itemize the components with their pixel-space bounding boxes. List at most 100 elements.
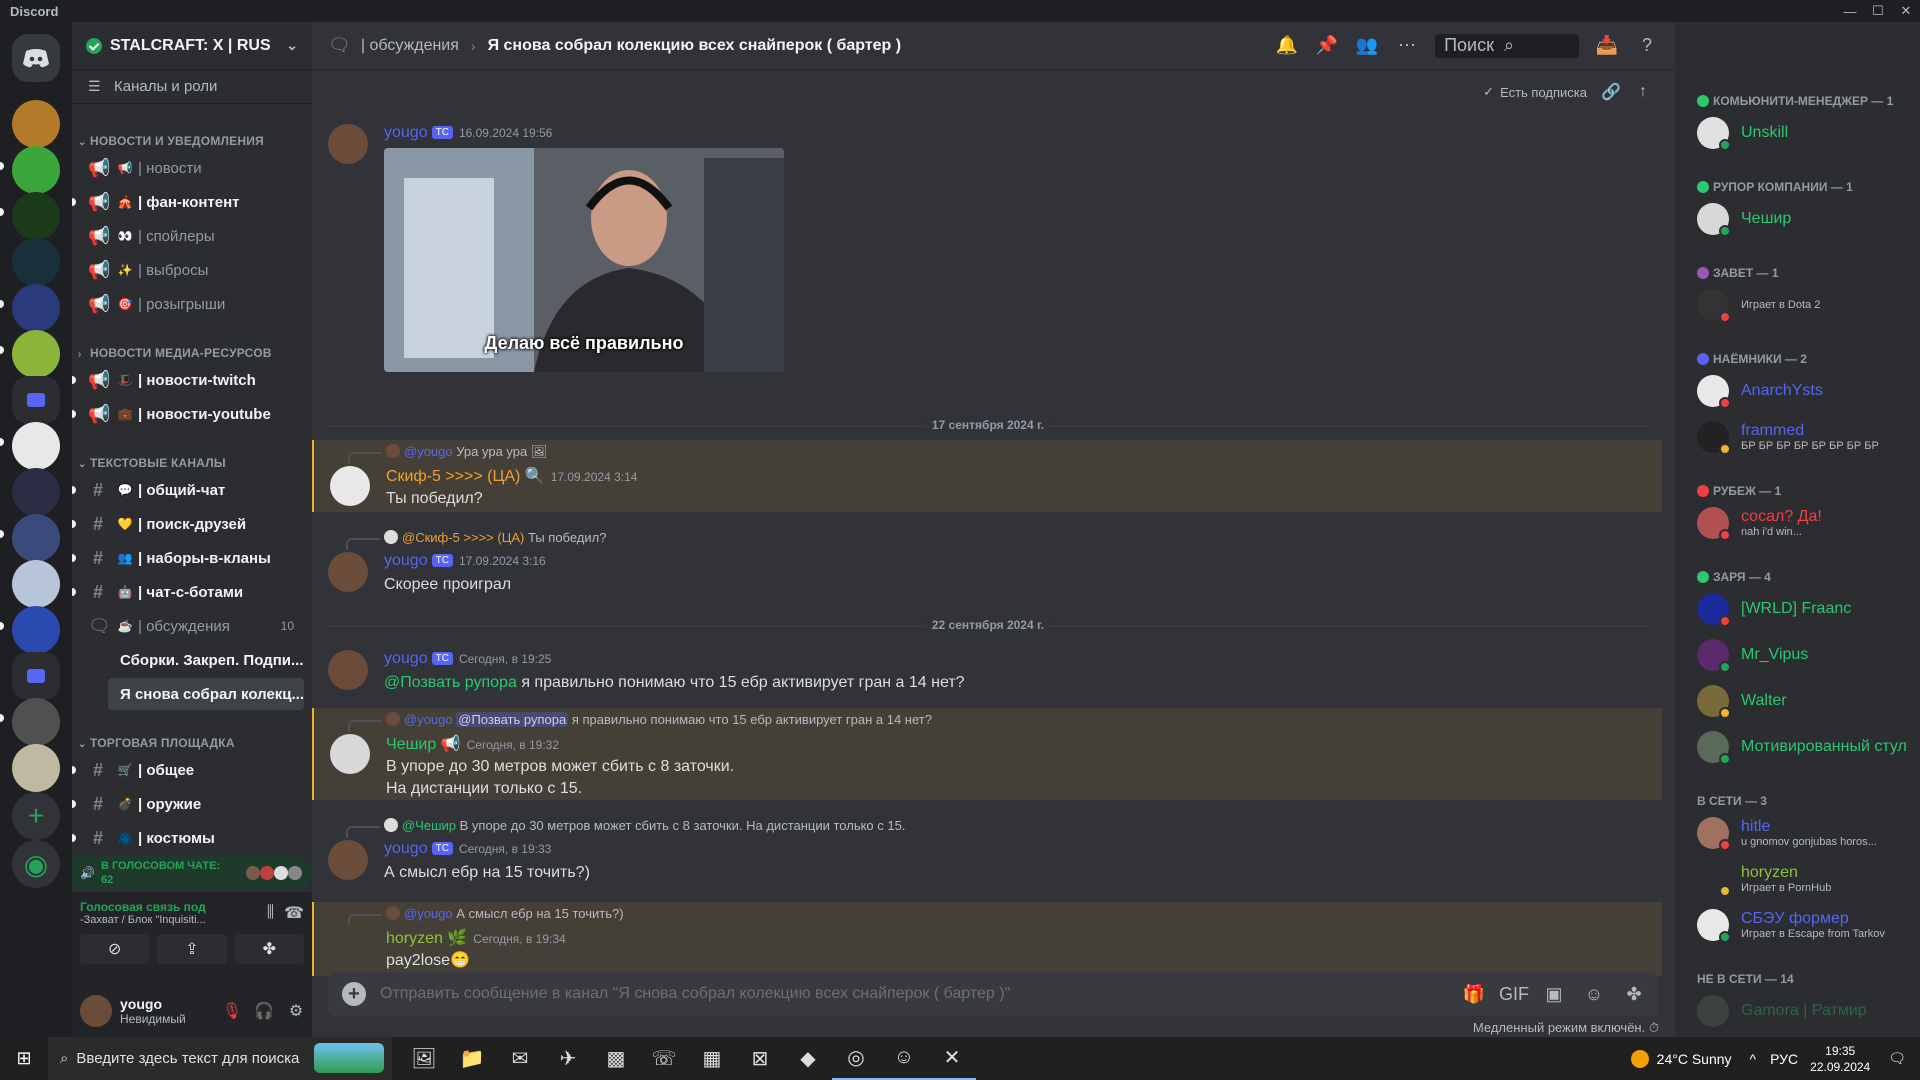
avatar[interactable]: [328, 552, 368, 592]
roblox-icon[interactable]: ◆: [784, 1037, 832, 1080]
member-item[interactable]: Walter: [1697, 680, 1917, 722]
server-icon[interactable]: [12, 606, 60, 654]
server-icon[interactable]: [12, 422, 60, 470]
member-item[interactable]: AnarchYsts: [1697, 370, 1917, 412]
arrow-up-icon[interactable]: ↑: [1627, 78, 1659, 106]
member-item[interactable]: Играет в Dota 2: [1697, 284, 1917, 326]
taskbar-search[interactable]: ⌕ Введите здесь текст для поиска: [48, 1037, 392, 1080]
maximize-icon[interactable]: ☐: [1864, 0, 1892, 22]
channel-item[interactable]: 📢 💼 | новости-youtube: [72, 398, 304, 430]
gif-icon[interactable]: GIF: [1498, 978, 1530, 1010]
server-icon[interactable]: [12, 698, 60, 746]
user-names[interactable]: yougo Невидимый: [120, 996, 186, 1026]
author-name[interactable]: horyzen: [386, 930, 443, 947]
member-item[interactable]: сосал? Да! nah i'd win...: [1697, 502, 1917, 544]
file-explorer-icon[interactable]: 📁: [448, 1037, 496, 1080]
thread-item-selected[interactable]: Я снова собрал колекц...: [108, 678, 304, 710]
weather-widget[interactable]: 24°C Sunny: [1630, 1049, 1732, 1068]
in-voice-banner[interactable]: 🔊 В ГОЛОСОВОМ ЧАТЕ: 62: [72, 856, 312, 890]
chrome-icon[interactable]: ◎: [832, 1037, 880, 1080]
minimize-icon[interactable]: —: [1836, 0, 1864, 22]
avatar[interactable]: [328, 840, 368, 880]
author-name[interactable]: yougo: [384, 124, 428, 141]
more-icon[interactable]: ⋯: [1395, 34, 1419, 58]
channel-item[interactable]: 📢 👀 | спойлеры: [80, 220, 304, 252]
author-name[interactable]: yougo: [384, 650, 428, 667]
app-icon[interactable]: ▦: [688, 1037, 736, 1080]
attach-plus-icon[interactable]: +: [342, 982, 366, 1006]
notifications-icon[interactable]: 🗨: [1888, 1050, 1906, 1067]
channel-item[interactable]: # 💣 | оружие: [72, 788, 304, 820]
discover-icon[interactable]: ◉: [12, 840, 60, 888]
reply-preview[interactable]: @yougo Ура ура ура 🖼: [347, 444, 547, 464]
bell-icon[interactable]: 🔔: [1275, 34, 1299, 58]
server-icon[interactable]: [12, 560, 60, 608]
reply-preview[interactable]: @Скиф-5 >>>> (ЦА) Ты победил?: [345, 530, 606, 550]
channel-item[interactable]: # 🧥 | костюмы: [72, 822, 304, 854]
member-item[interactable]: [WRLD] Fraanc: [1697, 588, 1917, 630]
server-folder-icon[interactable]: [12, 376, 60, 424]
channel-item[interactable]: 📢 ✨ | выбросы: [80, 254, 304, 286]
disconnect-icon[interactable]: ☎: [284, 903, 304, 923]
server-icon[interactable]: [12, 284, 60, 332]
category-header[interactable]: › НОВОСТИ МЕДИА-РЕСУРСОВ: [72, 346, 312, 360]
member-item[interactable]: Чешир: [1697, 198, 1917, 240]
channels-roles-link[interactable]: ☰ Каналы и роли: [72, 70, 312, 104]
server-icon[interactable]: [12, 238, 60, 286]
member-item[interactable]: Gamora | Ратмир: [1697, 990, 1917, 1032]
channel-item[interactable]: 📢 🎯 | розыгрыши: [80, 288, 304, 320]
avatar[interactable]: [328, 124, 368, 164]
close-icon[interactable]: ✕: [1892, 0, 1920, 22]
member-item[interactable]: Мотивированный стул: [1697, 726, 1917, 768]
discord-home-icon[interactable]: [12, 34, 60, 82]
minecraft-icon[interactable]: ▩: [592, 1037, 640, 1080]
server-icon[interactable]: [12, 146, 60, 194]
avatar[interactable]: [80, 995, 112, 1027]
category-header[interactable]: ⌄ ТОРГОВАЯ ПЛОЩАДКА: [72, 736, 312, 750]
gear-icon[interactable]: ⚙: [280, 995, 312, 1027]
category-header[interactable]: ⌄ ТЕКСТОВЫЕ КАНАЛЫ: [72, 456, 312, 470]
apps-icon[interactable]: ✤: [1618, 978, 1650, 1010]
category-header[interactable]: ⌄ НОВОСТИ И УВЕДОМЛЕНИЯ: [72, 134, 312, 148]
reply-preview[interactable]: @Чешир В упоре до 30 метров может сбить …: [345, 818, 905, 838]
screen-share-icon[interactable]: ⇪: [157, 934, 227, 964]
stalcraft-icon[interactable]: ✕: [928, 1037, 976, 1080]
gift-icon[interactable]: 🎁: [1458, 978, 1490, 1010]
clock[interactable]: 19:35 22.09.2024: [1810, 1043, 1870, 1075]
discord-taskbar-icon[interactable]: ☺: [880, 1037, 928, 1080]
channel-item[interactable]: 🗨 ☕ | обсуждения 10: [80, 610, 304, 642]
channel-item[interactable]: # 💛 | поиск-друзей: [72, 508, 304, 540]
thread-item[interactable]: Сборки. Закреп. Подпи...: [108, 644, 304, 676]
author-name[interactable]: Чешир: [386, 736, 436, 753]
server-header[interactable]: STALCRAFT: X | RUS ⌄: [72, 22, 312, 70]
avatar[interactable]: [328, 650, 368, 690]
mail-icon[interactable]: ✉: [496, 1037, 544, 1080]
member-item[interactable]: СБЭУ формер Играет в Escape from Tarkov: [1697, 904, 1917, 946]
author-name[interactable]: yougo: [384, 840, 428, 857]
channel-item[interactable]: 📢 🎪 | фан-контент: [72, 186, 304, 218]
windows-start-icon[interactable]: ⊞: [0, 1037, 48, 1080]
emoji-icon[interactable]: ☺: [1578, 978, 1610, 1010]
member-item[interactable]: frammed БР БР БР БР БР БР БР БР: [1697, 416, 1917, 458]
app-icon[interactable]: ⊠: [736, 1037, 784, 1080]
add-server-icon[interactable]: +: [12, 792, 60, 840]
mic-muted-icon[interactable]: 🎙: [216, 995, 248, 1027]
channel-item[interactable]: # 💬 | общий-чат: [72, 474, 304, 506]
channel-item[interactable]: 📢 📢 | новости: [80, 152, 304, 184]
author-name[interactable]: Скиф-5 >>>> (ЦА): [386, 468, 520, 485]
server-icon[interactable]: [12, 192, 60, 240]
reply-preview[interactable]: @yougo А смысл ебр на 15 точить?): [348, 906, 624, 926]
search-input[interactable]: Поиск ⌕: [1435, 33, 1579, 58]
author-name[interactable]: yougo: [384, 552, 428, 569]
server-icon[interactable]: [12, 744, 60, 792]
server-icon[interactable]: [12, 330, 60, 378]
headphones-icon[interactable]: 🎧: [248, 995, 280, 1027]
help-icon[interactable]: ?: [1635, 34, 1659, 58]
telegram-icon[interactable]: ✈: [544, 1037, 592, 1080]
subscription-button[interactable]: ✓ Есть подписка: [1475, 84, 1595, 100]
viber-icon[interactable]: ☏: [640, 1037, 688, 1080]
sticker-icon[interactable]: ▣: [1538, 978, 1570, 1010]
member-item[interactable]: horyzen Играет в PornHub: [1697, 858, 1917, 900]
channel-item[interactable]: # 🛒 | общее: [72, 754, 304, 786]
parent-channel-link[interactable]: | обсуждения: [361, 37, 459, 55]
